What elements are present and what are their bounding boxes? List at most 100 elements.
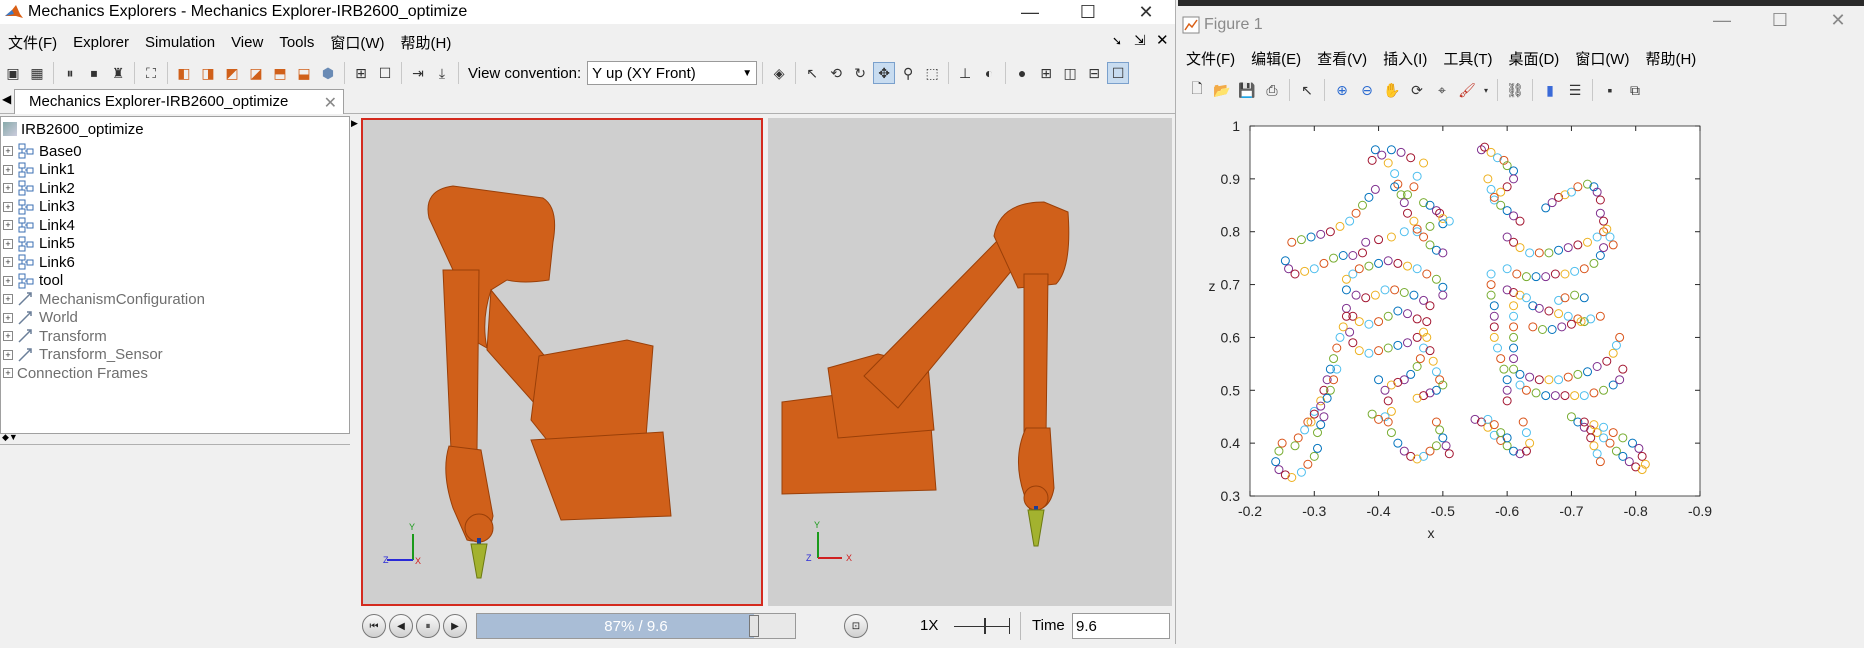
playback-progress[interactable]: 87% / 9.6 [476, 613, 796, 639]
stop-icon[interactable]: ⏹ [83, 62, 105, 84]
figure-menu-item[interactable]: 窗口(W) [1567, 48, 1637, 69]
select-pointer-icon[interactable]: ↖ [801, 62, 823, 84]
zoom-icon[interactable]: ⚲ [897, 62, 919, 84]
plot-area[interactable] [1249, 125, 1701, 497]
expand-icon[interactable]: + [3, 238, 13, 249]
explorer-menu-item[interactable]: 帮助(H) [393, 32, 460, 53]
zoom-box-icon[interactable]: ⬚ [921, 62, 943, 84]
expand-icon[interactable]: + [3, 294, 13, 304]
pause-icon[interactable]: ⏸ [59, 62, 81, 84]
view-bottom-icon[interactable]: ⬓ [293, 62, 315, 84]
zoom-out-icon[interactable]: ⊖ [1356, 79, 1378, 101]
explorer-menu-item[interactable]: View [223, 34, 271, 51]
expand-icon[interactable]: + [3, 275, 13, 286]
record-button[interactable]: ⊡ [844, 614, 868, 638]
show-plot-tools-icon[interactable]: ⧉ [1624, 79, 1646, 101]
time-field[interactable]: 9.6 [1072, 613, 1170, 639]
figure-menu-item[interactable]: 文件(F) [1178, 48, 1243, 69]
figure-maximize-button[interactable]: ☐ [1752, 8, 1808, 32]
grid-view-icon[interactable]: ⊞ [350, 62, 372, 84]
figure-menu-item[interactable]: 帮助(H) [1637, 48, 1704, 69]
figure-minimize-button[interactable]: — [1694, 8, 1750, 32]
tree-item[interactable]: + Connection Frames [1, 362, 148, 384]
robot-icon[interactable]: ♜ [107, 62, 129, 84]
expand-icon[interactable]: + [3, 220, 13, 230]
hide-plot-tools-icon[interactable]: ▪ [1599, 79, 1621, 101]
figure-menu-item[interactable]: 桌面(D) [1500, 48, 1567, 69]
tree-collapse-arrow-icon[interactable]: ▶ [351, 118, 358, 129]
scatter-chart[interactable]: -0.2 -0.3 -0.4 -0.5 -0.6 -0.7 -0.8 -0.9 0.3 0.4 0.… [1178, 104, 1864, 644]
save-icon[interactable]: 💾 [1236, 79, 1258, 101]
explorer-menu-item[interactable]: 窗口(W) [322, 32, 392, 53]
new-figure-icon[interactable]: 🗋 [1186, 79, 1208, 101]
viewport-front[interactable]: Y Z X [361, 118, 763, 606]
figure-menu-item[interactable]: 查看(V) [1309, 48, 1375, 69]
view-iso-icon[interactable]: ⬢ [317, 62, 339, 84]
figure-menu-item[interactable]: 工具(T) [1435, 48, 1500, 69]
figure-menu-item[interactable]: 插入(I) [1375, 48, 1435, 69]
render-mode-icon[interactable]: ◈ [768, 62, 790, 84]
close-tab-icon[interactable]: ✕ [324, 93, 337, 113]
layout-quad-icon[interactable]: ⊞ [1035, 62, 1057, 84]
figure-close-button[interactable]: ✕ [1810, 8, 1864, 32]
colorbar-icon[interactable]: ▮ [1539, 79, 1561, 101]
legend-icon[interactable]: ☰ [1564, 79, 1586, 101]
minimize-pane-icon[interactable]: ⇲ [1134, 32, 1146, 49]
step-back-button[interactable]: ◀ [389, 614, 413, 638]
view-back-icon[interactable]: ◨ [197, 62, 219, 84]
pan-hand-icon[interactable]: ✋ [1381, 79, 1403, 101]
tree-splitter[interactable]: ◆▼ [0, 432, 350, 444]
step-forward-button[interactable]: ▶ [443, 614, 467, 638]
brush-icon[interactable]: 🖌 [1456, 79, 1478, 101]
layout-hsplit-icon[interactable]: ⊟ [1083, 62, 1105, 84]
figure-menu-item[interactable]: 编辑(E) [1243, 48, 1309, 69]
frames-icon[interactable]: ⊥ [954, 62, 976, 84]
brush-dropdown-icon[interactable]: ▾ [1481, 79, 1491, 101]
zoom-in-icon[interactable]: ⊕ [1331, 79, 1353, 101]
expand-icon[interactable]: + [3, 349, 13, 360]
save-as-icon[interactable]: ▦ [26, 62, 48, 84]
progress-thumb[interactable] [748, 615, 759, 637]
expand-icon[interactable]: + [3, 146, 13, 156]
print-icon[interactable]: ⎙ [1261, 79, 1283, 101]
close-pane-icon[interactable]: ✕ [1156, 31, 1169, 49]
tree-root[interactable]: IRB2600_optimize [1, 118, 144, 140]
viewport-side[interactable]: Y Z X [768, 118, 1172, 606]
pan-icon[interactable]: ✥ [873, 62, 896, 84]
tab-mechanics-explorer[interactable]: Mechanics Explorer-IRB2600_optimize ✕ [14, 89, 344, 114]
single-view-icon[interactable]: ☐ [374, 62, 396, 84]
link-plot-icon[interactable]: ⛓ [1504, 79, 1526, 101]
open-file-icon[interactable]: 📂 [1211, 79, 1233, 101]
view-right-icon[interactable]: ◪ [245, 62, 267, 84]
view-left-icon[interactable]: ◩ [221, 62, 243, 84]
expand-icon[interactable]: + [3, 201, 13, 212]
explorer-menu-item[interactable]: 文件(F) [0, 32, 65, 53]
save-config-icon[interactable]: ▣ [2, 62, 24, 84]
view-top-icon[interactable]: ⬒ [269, 62, 291, 84]
rotate-3d-icon[interactable]: ⟳ [1406, 79, 1428, 101]
explorer-menu-item[interactable]: Simulation [137, 34, 223, 51]
layout-vsplit-icon[interactable]: ◫ [1059, 62, 1081, 84]
rotate-icon[interactable]: ⟲ [825, 62, 847, 84]
minimize-button[interactable]: — [1002, 0, 1058, 24]
fit-view-icon[interactable]: ⛶ [140, 62, 162, 84]
import-icon[interactable]: ⇥ [407, 62, 429, 84]
expand-icon[interactable]: + [3, 312, 13, 323]
expand-icon[interactable]: + [3, 368, 13, 378]
close-window-button[interactable]: ✕ [1118, 0, 1174, 24]
expand-icon[interactable]: + [3, 331, 13, 341]
sphere-icon[interactable]: ◐ [978, 62, 1000, 84]
data-cursor-icon[interactable]: ⌖ [1431, 79, 1453, 101]
lighting-icon[interactable]: ● [1011, 62, 1033, 84]
view-convention-select[interactable]: Y up (XY Front) ▼ [587, 61, 758, 85]
roll-icon[interactable]: ↻ [849, 62, 871, 84]
layout-single-icon[interactable]: ☐ [1107, 62, 1130, 84]
expand-icon[interactable]: + [3, 183, 13, 193]
expand-icon[interactable]: + [3, 257, 13, 267]
download-icon[interactable]: ⤓ [431, 62, 453, 84]
expand-icon[interactable]: + [3, 164, 13, 175]
pause-button[interactable]: ⏸ [416, 614, 440, 638]
dock-arrow-icon[interactable]: ➘ [1112, 34, 1122, 48]
edit-plot-icon[interactable]: ↖ [1296, 79, 1318, 101]
view-front-icon[interactable]: ◧ [173, 62, 195, 84]
